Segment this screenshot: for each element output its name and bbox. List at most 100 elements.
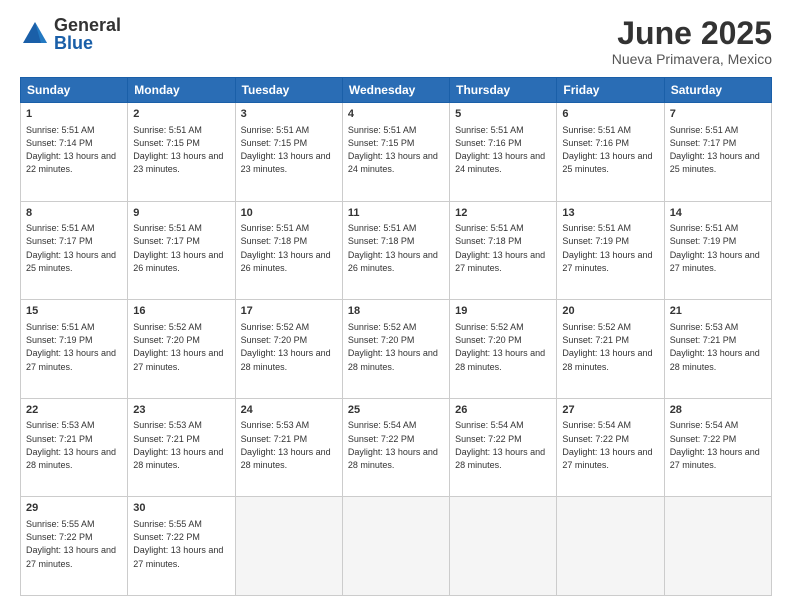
day-number: 24: [241, 403, 337, 418]
table-row: 26 Sunrise: 5:54 AMSunset: 7:22 PMDayligh…: [450, 398, 557, 497]
day-info: Sunrise: 5:53 AMSunset: 7:21 PMDaylight:…: [133, 420, 223, 470]
table-row: [450, 497, 557, 596]
day-info: Sunrise: 5:51 AMSunset: 7:18 PMDaylight:…: [241, 223, 331, 273]
day-number: 12: [455, 206, 551, 221]
day-number: 5: [455, 107, 551, 122]
calendar-header-row: Sunday Monday Tuesday Wednesday Thursday…: [21, 78, 772, 103]
table-row: 11Sunrise: 5:51 AMSunset: 7:18 PMDayligh…: [342, 201, 449, 300]
day-info: Sunrise: 5:52 AMSunset: 7:20 PMDaylight:…: [348, 322, 438, 372]
table-row: 27 Sunrise: 5:54 AMSunset: 7:22 PMDayligh…: [557, 398, 664, 497]
table-row: 25Sunrise: 5:54 AMSunset: 7:22 PMDayligh…: [342, 398, 449, 497]
table-row: 5 Sunrise: 5:51 AMSunset: 7:16 PMDaylight…: [450, 103, 557, 202]
day-number: 8: [26, 206, 122, 221]
table-row: 6Sunrise: 5:51 AMSunset: 7:16 PMDaylight…: [557, 103, 664, 202]
location-title: Nueva Primavera, Mexico: [612, 51, 772, 67]
day-number: 2: [133, 107, 229, 122]
day-info: Sunrise: 5:53 AMSunset: 7:21 PMDaylight:…: [670, 322, 760, 372]
table-row: 30 Sunrise: 5:55 AMSunset: 7:22 PMDayligh…: [128, 497, 235, 596]
table-row: 28Sunrise: 5:54 AMSunset: 7:22 PMDayligh…: [664, 398, 771, 497]
table-row: 14 Sunrise: 5:51 AMSunset: 7:19 PMDayligh…: [664, 201, 771, 300]
table-row: 22Sunrise: 5:53 AMSunset: 7:21 PMDayligh…: [21, 398, 128, 497]
col-tuesday: Tuesday: [235, 78, 342, 103]
logo-icon: [20, 19, 50, 49]
day-info: Sunrise: 5:51 AMSunset: 7:15 PMDaylight:…: [348, 125, 438, 175]
day-info: Sunrise: 5:52 AMSunset: 7:20 PMDaylight:…: [455, 322, 545, 372]
day-info: Sunrise: 5:55 AMSunset: 7:22 PMDaylight:…: [133, 519, 223, 569]
day-info: Sunrise: 5:51 AMSunset: 7:17 PMDaylight:…: [133, 223, 223, 273]
table-row: 21 Sunrise: 5:53 AMSunset: 7:21 PMDayligh…: [664, 300, 771, 399]
calendar-week-row: 8 Sunrise: 5:51 AMSunset: 7:17 PMDaylight…: [21, 201, 772, 300]
day-info: Sunrise: 5:52 AMSunset: 7:21 PMDaylight:…: [562, 322, 652, 372]
col-thursday: Thursday: [450, 78, 557, 103]
table-row: [342, 497, 449, 596]
day-info: Sunrise: 5:51 AMSunset: 7:15 PMDaylight:…: [241, 125, 331, 175]
day-info: Sunrise: 5:54 AMSunset: 7:22 PMDaylight:…: [455, 420, 545, 470]
day-number: 6: [562, 107, 658, 122]
day-number: 15: [26, 304, 122, 319]
day-number: 30: [133, 501, 229, 516]
table-row: 12 Sunrise: 5:51 AMSunset: 7:18 PMDayligh…: [450, 201, 557, 300]
day-number: 19: [455, 304, 551, 319]
col-friday: Friday: [557, 78, 664, 103]
calendar-week-row: 15Sunrise: 5:51 AMSunset: 7:19 PMDayligh…: [21, 300, 772, 399]
table-row: 1 Sunrise: 5:51 AMSunset: 7:14 PMDaylight…: [21, 103, 128, 202]
month-title: June 2025: [612, 16, 772, 51]
col-sunday: Sunday: [21, 78, 128, 103]
table-row: 13Sunrise: 5:51 AMSunset: 7:19 PMDayligh…: [557, 201, 664, 300]
col-monday: Monday: [128, 78, 235, 103]
table-row: 15Sunrise: 5:51 AMSunset: 7:19 PMDayligh…: [21, 300, 128, 399]
day-info: Sunrise: 5:51 AMSunset: 7:16 PMDaylight:…: [455, 125, 545, 175]
table-row: 20 Sunrise: 5:52 AMSunset: 7:21 PMDayligh…: [557, 300, 664, 399]
day-number: 27: [562, 403, 658, 418]
day-number: 21: [670, 304, 766, 319]
col-wednesday: Wednesday: [342, 78, 449, 103]
table-row: 23 Sunrise: 5:53 AMSunset: 7:21 PMDayligh…: [128, 398, 235, 497]
day-number: 22: [26, 403, 122, 418]
day-info: Sunrise: 5:54 AMSunset: 7:22 PMDaylight:…: [562, 420, 652, 470]
day-info: Sunrise: 5:53 AMSunset: 7:21 PMDaylight:…: [241, 420, 331, 470]
table-row: 18 Sunrise: 5:52 AMSunset: 7:20 PMDayligh…: [342, 300, 449, 399]
calendar-table: Sunday Monday Tuesday Wednesday Thursday…: [20, 77, 772, 596]
table-row: [557, 497, 664, 596]
day-number: 29: [26, 501, 122, 516]
table-row: 7Sunrise: 5:51 AMSunset: 7:17 PMDaylight…: [664, 103, 771, 202]
day-number: 23: [133, 403, 229, 418]
day-info: Sunrise: 5:52 AMSunset: 7:20 PMDaylight:…: [133, 322, 223, 372]
title-area: June 2025 Nueva Primavera, Mexico: [612, 16, 772, 67]
day-info: Sunrise: 5:52 AMSunset: 7:20 PMDaylight:…: [241, 322, 331, 372]
day-info: Sunrise: 5:51 AMSunset: 7:17 PMDaylight:…: [26, 223, 116, 273]
day-number: 11: [348, 206, 444, 221]
col-saturday: Saturday: [664, 78, 771, 103]
page: General Blue June 2025 Nueva Primavera, …: [0, 0, 792, 612]
day-number: 13: [562, 206, 658, 221]
day-number: 3: [241, 107, 337, 122]
day-info: Sunrise: 5:51 AMSunset: 7:19 PMDaylight:…: [670, 223, 760, 273]
table-row: 19 Sunrise: 5:52 AMSunset: 7:20 PMDayligh…: [450, 300, 557, 399]
day-number: 18: [348, 304, 444, 319]
day-number: 7: [670, 107, 766, 122]
day-info: Sunrise: 5:51 AMSunset: 7:14 PMDaylight:…: [26, 125, 116, 175]
table-row: 17 Sunrise: 5:52 AMSunset: 7:20 PMDayligh…: [235, 300, 342, 399]
table-row: 29 Sunrise: 5:55 AMSunset: 7:22 PMDayligh…: [21, 497, 128, 596]
day-info: Sunrise: 5:51 AMSunset: 7:15 PMDaylight:…: [133, 125, 223, 175]
day-number: 14: [670, 206, 766, 221]
day-number: 20: [562, 304, 658, 319]
day-info: Sunrise: 5:54 AMSunset: 7:22 PMDaylight:…: [348, 420, 438, 470]
table-row: 3 Sunrise: 5:51 AMSunset: 7:15 PMDaylight…: [235, 103, 342, 202]
table-row: [664, 497, 771, 596]
day-number: 16: [133, 304, 229, 319]
table-row: 4 Sunrise: 5:51 AMSunset: 7:15 PMDaylight…: [342, 103, 449, 202]
day-number: 4: [348, 107, 444, 122]
day-info: Sunrise: 5:51 AMSunset: 7:18 PMDaylight:…: [455, 223, 545, 273]
calendar-week-row: 22 Sunrise: 5:53 AMSunset: 7:21 PMDayligh…: [21, 398, 772, 497]
day-number: 1: [26, 107, 122, 122]
calendar-week-row: 29 Sunrise: 5:55 AMSunset: 7:22 PMDayligh…: [21, 497, 772, 596]
day-number: 17: [241, 304, 337, 319]
table-row: 16 Sunrise: 5:52 AMSunset: 7:20 PMDayligh…: [128, 300, 235, 399]
day-number: 26: [455, 403, 551, 418]
logo-general-text: General: [54, 16, 121, 34]
calendar-week-row: 1 Sunrise: 5:51 AMSunset: 7:14 PMDaylight…: [21, 103, 772, 202]
table-row: 10Sunrise: 5:51 AMSunset: 7:18 PMDayligh…: [235, 201, 342, 300]
day-info: Sunrise: 5:55 AMSunset: 7:22 PMDaylight:…: [26, 519, 116, 569]
day-info: Sunrise: 5:54 AMSunset: 7:22 PMDaylight:…: [670, 420, 760, 470]
